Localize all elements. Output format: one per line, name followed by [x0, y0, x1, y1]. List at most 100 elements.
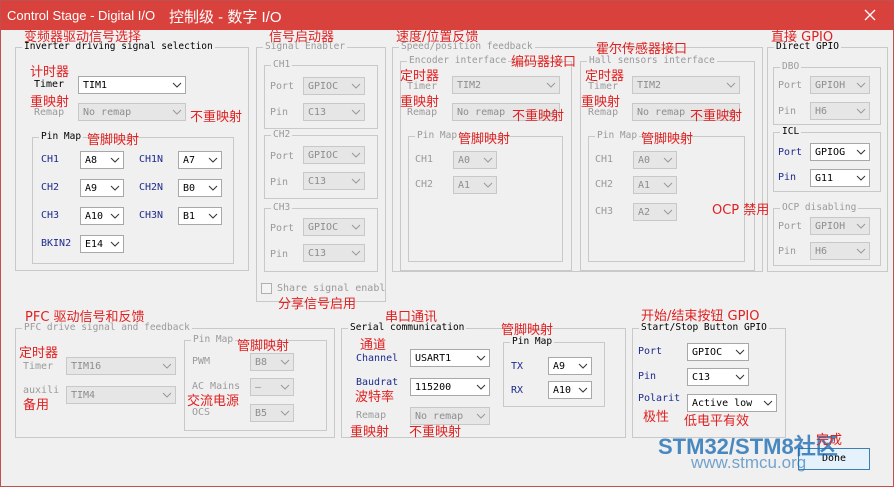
- icl-pin-label: Pin: [778, 172, 797, 183]
- hall-pinmap-title: Pin Map: [595, 130, 640, 141]
- encoder-timer-value: TIM2: [457, 80, 482, 91]
- startstop-port-select[interactable]: GPIOC: [687, 343, 749, 361]
- pin-select-ch3[interactable]: A10: [80, 207, 124, 225]
- startstop-pin-select[interactable]: C13: [687, 368, 749, 386]
- pin-value: B0: [183, 183, 196, 194]
- serial-remap-annotation: 重映射: [350, 425, 390, 440]
- hall-ch1-select: A0: [633, 151, 677, 169]
- done-annotation: 完成: [816, 433, 843, 448]
- icl-port-label: Port: [778, 147, 803, 158]
- pin-value: B5: [255, 408, 268, 419]
- pin-value: A7: [183, 155, 196, 166]
- pfc-timer-select: TIM16: [66, 357, 176, 375]
- pfc-annotation: PFC 驱动信号和反馈: [25, 310, 145, 325]
- port-value: GPIOG: [815, 147, 846, 158]
- serial-annotation: 串口通讯: [385, 310, 438, 325]
- serial-remap-label: Remap: [356, 410, 387, 421]
- pin-select-ch2n[interactable]: B0: [178, 179, 222, 197]
- startstop-port-label: Port: [638, 346, 663, 357]
- hall-ch3-label: CH3: [595, 206, 614, 217]
- serial-tx-select[interactable]: A9: [548, 357, 592, 375]
- pin-label-ch3: CH3: [41, 210, 60, 221]
- close-button[interactable]: [847, 1, 893, 30]
- pin-select-ch1n[interactable]: A7: [178, 151, 222, 169]
- pfc-aux-select: TIM4: [66, 386, 176, 404]
- share-signal-checkbox[interactable]: [261, 283, 272, 294]
- pin-value: B1: [183, 211, 196, 222]
- pin-value: A0: [638, 155, 651, 166]
- icl-pin-select[interactable]: G11: [810, 169, 870, 187]
- pin-value: E14: [85, 239, 104, 250]
- pin-select-ch1[interactable]: A8: [80, 151, 124, 169]
- hall-remap-value: No remap: [637, 107, 686, 118]
- chevron-down-icon: [280, 359, 290, 365]
- pin-select-ch3n[interactable]: B1: [178, 207, 222, 225]
- port-value: GPIOC: [308, 81, 339, 92]
- pin-label-ch1n: CH1N: [139, 154, 164, 165]
- enabler-ch2-pin-label: Pin: [270, 177, 289, 188]
- serial-baud-value: 115200: [415, 382, 452, 393]
- enabler-ch2-port-select: GPIOC: [303, 146, 365, 164]
- pin-label-ch3n: CH3N: [139, 210, 164, 221]
- inverter-pinmap-annotation: 管脚映射: [87, 133, 140, 148]
- serial-rx-select[interactable]: A10: [548, 381, 592, 399]
- chevron-down-icon: [663, 209, 673, 215]
- pin-value: A8: [85, 155, 98, 166]
- chevron-down-icon: [856, 108, 866, 114]
- chevron-down-icon: [856, 149, 866, 155]
- pin-select-ch2[interactable]: A9: [80, 179, 124, 197]
- hall-ch3-select: A2: [633, 203, 677, 221]
- inverter-remap-value: No remap: [83, 107, 132, 118]
- enabler-ch1-pin-select: C13: [303, 103, 365, 121]
- pfc-ac-annotation: 交流电源: [187, 394, 240, 409]
- feedback-annotation: 速度/位置反馈: [396, 30, 479, 45]
- encoder-ch1-label: CH1: [415, 154, 434, 165]
- chevron-down-icon: [476, 384, 486, 390]
- port-value: GPIOC: [308, 150, 339, 161]
- pin-value: A9: [85, 183, 98, 194]
- startstop-pin-label: Pin: [638, 371, 657, 382]
- chevron-down-icon: [110, 213, 120, 219]
- dbo-port-label: Port: [778, 80, 803, 91]
- close-icon: [864, 9, 876, 21]
- chevron-down-icon: [663, 157, 673, 163]
- serial-channel-annotation: 通道: [360, 338, 387, 353]
- hall-noremap-annotation: 不重映射: [690, 109, 743, 124]
- startstop-polarity-annotation: 极性: [643, 410, 670, 425]
- inverter-timer-select[interactable]: TIM1: [78, 76, 186, 94]
- pin-value: C13: [308, 107, 327, 118]
- encoder-pinmap-title: Pin Map: [415, 130, 460, 141]
- serial-channel-select[interactable]: USART1: [410, 349, 490, 367]
- inverter-title-annotation: 变频器驱动信号选择: [24, 30, 142, 45]
- dialog-window: Control Stage - Digital I/O 控制级 - 数字 I/O…: [0, 0, 894, 487]
- enabler-ch3-pin-select: C13: [303, 244, 365, 262]
- chevron-down-icon: [856, 82, 866, 88]
- hall-annotation: 霍尔传感器接口: [596, 42, 688, 57]
- pfc-timer-value: TIM16: [71, 361, 102, 372]
- serial-baud-select[interactable]: 115200: [410, 378, 490, 396]
- window-title-annotation: 控制级 - 数字 I/O: [169, 9, 282, 26]
- enabler-ch3-title: CH3: [271, 202, 293, 213]
- chevron-down-icon: [172, 82, 182, 88]
- enabler-ch1-title: CH1: [271, 59, 293, 70]
- chevron-down-icon: [763, 400, 773, 406]
- pin-select-bkin2[interactable]: E14: [80, 235, 124, 253]
- enabler-ch2-title: CH2: [271, 129, 293, 140]
- pin-label-ch2n: CH2N: [139, 182, 164, 193]
- chevron-down-icon: [351, 250, 361, 256]
- chevron-down-icon: [208, 213, 218, 219]
- pfc-pwm-select: B8: [250, 353, 294, 371]
- icl-port-select[interactable]: GPIOG: [810, 143, 870, 161]
- inverter-timer-annotation: 计时器: [30, 65, 70, 80]
- encoder-pinmap-annotation: 管脚映射: [458, 132, 511, 147]
- encoder-annotation: 编码器接口: [511, 55, 577, 70]
- pfc-timer-label: Timer: [23, 361, 54, 372]
- hall-ch1-label: CH1: [595, 154, 614, 165]
- pin-label-ch1: CH1: [41, 154, 60, 165]
- inverter-timer-value: TIM1: [83, 80, 108, 91]
- chevron-down-icon: [172, 109, 182, 115]
- chevron-down-icon: [280, 410, 290, 416]
- chevron-down-icon: [162, 392, 172, 398]
- hall-ch2-select: A1: [633, 176, 677, 194]
- pfc-ac-select: —: [250, 378, 294, 396]
